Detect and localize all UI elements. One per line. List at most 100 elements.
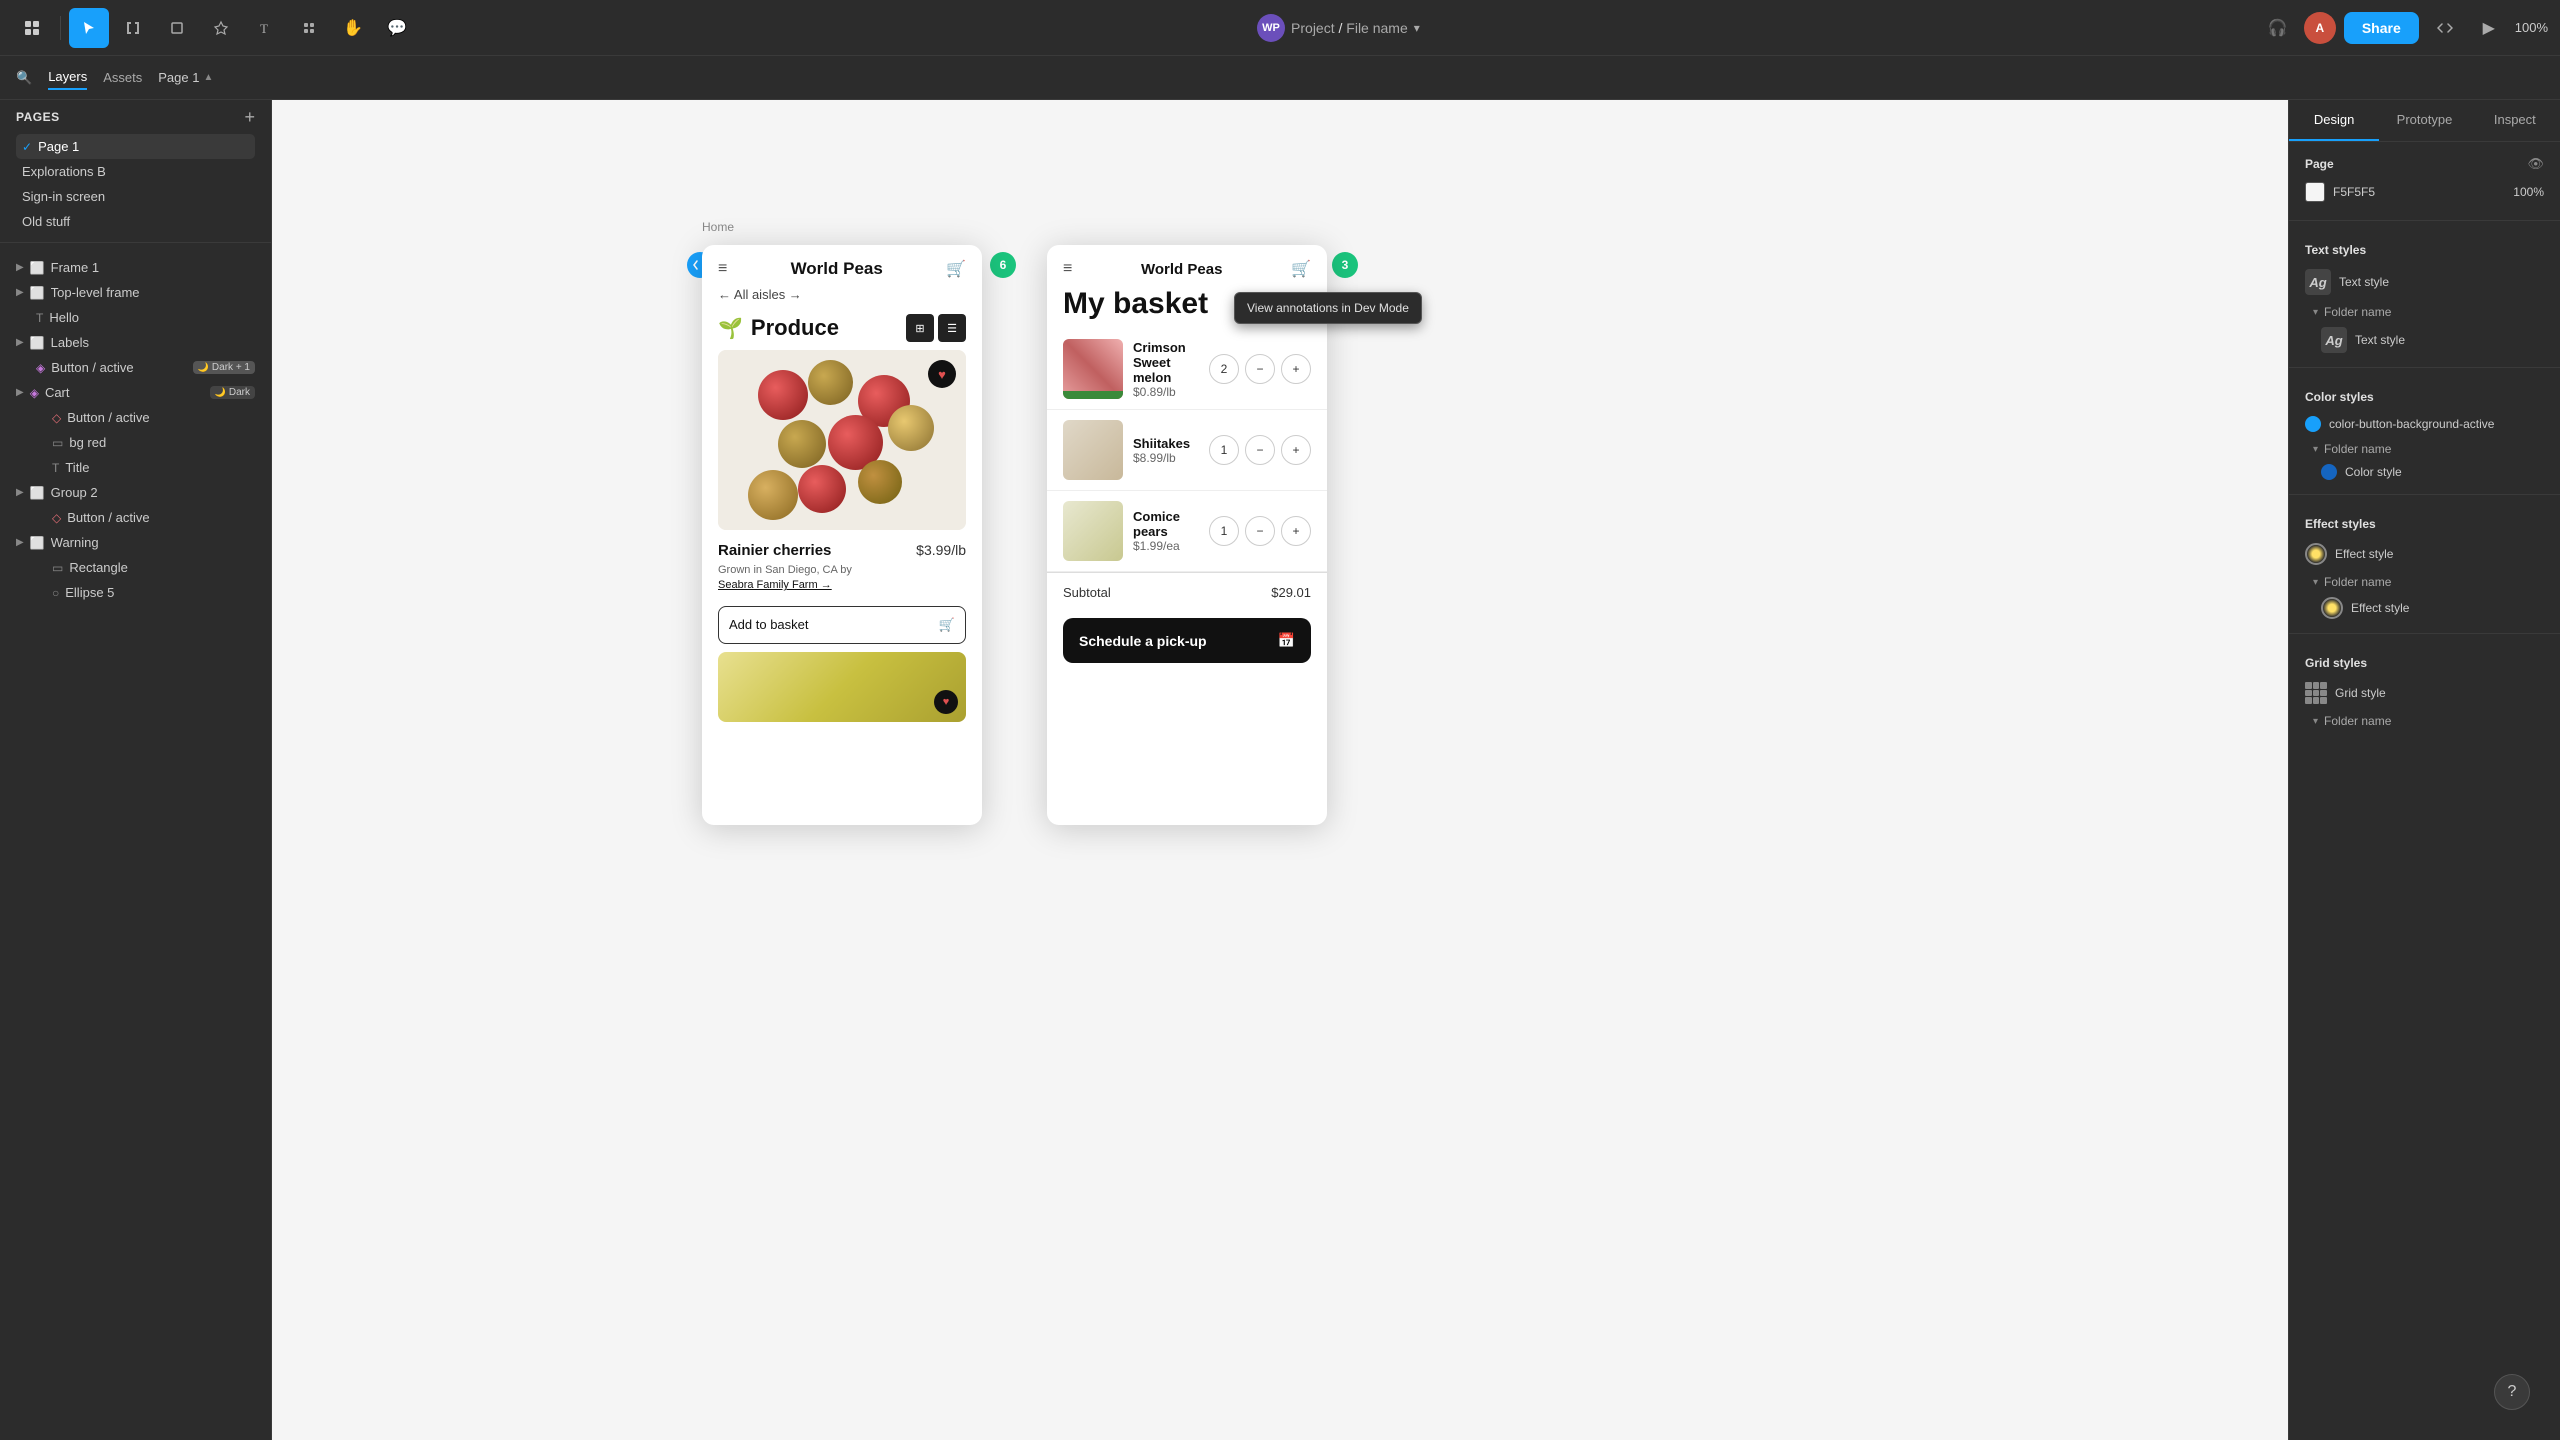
devmode-icon[interactable] (2427, 10, 2463, 46)
effect-style-label-1: Effect style (2335, 547, 2393, 561)
page-item-page1[interactable]: ✓ Page 1 (16, 134, 255, 159)
phone2-title: World Peas (1141, 261, 1222, 278)
layer-item-ellipse5[interactable]: ○ Ellipse 5 (0, 580, 271, 605)
page-color-swatch[interactable] (2305, 182, 2325, 202)
play-icon[interactable]: ▶ (2471, 10, 2507, 46)
headphone-icon[interactable]: 🎧 (2260, 10, 2296, 46)
favorite-button[interactable]: ♥ (928, 360, 956, 388)
add-to-basket-button[interactable]: Add to basket 🛒 (718, 606, 966, 644)
grid-styles-section: Grid styles Grid style ▾ Folder name (2289, 642, 2560, 732)
cart-icon[interactable]: 🛒 (946, 259, 966, 279)
annotation-badge-1[interactable]: 6 (990, 252, 1016, 278)
search-icon[interactable]: 🔍 (16, 70, 32, 86)
qty-increase-3[interactable]: + (1281, 516, 1311, 546)
subtotal-value: $29.01 (1271, 585, 1311, 600)
effect-style-item-1[interactable]: Effect style (2305, 539, 2544, 569)
hamburger-icon-2[interactable]: ≡ (1063, 260, 1072, 277)
rect-icon2: ▭ (52, 561, 63, 575)
qty-value-3: 1 (1221, 524, 1228, 538)
layer-item-warning[interactable]: ▶ ⬜ Warning (0, 530, 271, 555)
share-button[interactable]: Share (2344, 12, 2419, 44)
folder-item-text-1[interactable]: ▾ Folder name (2305, 301, 2544, 323)
pen-tool-button[interactable] (201, 8, 241, 48)
moon-icon: 🌙 (198, 362, 209, 373)
folder-item-color-1[interactable]: ▾ Folder name (2305, 438, 2544, 460)
layer-item-button-diamond-1[interactable]: ◇ Button / active (0, 405, 271, 430)
grid-view-button[interactable]: ⊞ (906, 314, 934, 342)
pear-favorite-button[interactable]: ♥ (934, 690, 958, 714)
grid-style-item-1[interactable]: Grid style (2305, 678, 2544, 708)
folder-item-grid-1[interactable]: ▾ Folder name (2305, 710, 2544, 732)
page-item-explorations[interactable]: Explorations B (16, 159, 255, 184)
avatar[interactable]: A (2304, 12, 2336, 44)
color-style-item-2[interactable]: Color style (2305, 460, 2544, 484)
page-selector[interactable]: Page 1 ▲ (158, 70, 213, 85)
layer-item-rectangle[interactable]: ▭ Rectangle (0, 555, 271, 580)
qty-decrease-2[interactable]: − (1245, 435, 1275, 465)
shape-tool-button[interactable] (157, 8, 197, 48)
annotation-badge-2[interactable]: 3 (1332, 252, 1358, 278)
layer-item-button-active-1[interactable]: ◈ Button / active 🌙 Dark + 1 (0, 355, 271, 380)
watermelon-image (1063, 339, 1123, 399)
help-button[interactable]: ? (2494, 1374, 2530, 1410)
pages-title: Pages (16, 110, 60, 124)
comment-tool-button[interactable]: 💬 (377, 8, 417, 48)
hamburger-icon[interactable]: ≡ (718, 260, 727, 278)
qty-decrease-1[interactable]: − (1245, 354, 1275, 384)
layer-item-button-diamond-2[interactable]: ◇ Button / active (0, 505, 271, 530)
folder-arrow-icon: ▾ (2313, 307, 2318, 318)
farm-link[interactable]: Seabra Family Farm → (718, 579, 832, 591)
tab-inspect[interactable]: Inspect (2470, 100, 2560, 141)
schedule-pickup-button[interactable]: Schedule a pick-up 📅 (1063, 618, 1311, 663)
list-view-button[interactable]: ☰ (938, 314, 966, 342)
text-tool-button[interactable]: T (245, 8, 285, 48)
effect-style-item-2[interactable]: Effect style (2305, 593, 2544, 623)
tab-design[interactable]: Design (2289, 100, 2379, 141)
page-item-label: Page 1 (38, 139, 79, 154)
layer-item-frame1[interactable]: ▶ ⬜ Frame 1 (0, 255, 271, 280)
layer-name: Hello (49, 310, 255, 325)
layer-item-bg-red[interactable]: ▭ bg red (0, 430, 271, 455)
layer-item-cart[interactable]: ▶ ◈ Cart 🌙 Dark (0, 380, 271, 405)
qty-increase-2[interactable]: + (1281, 435, 1311, 465)
shiitake-image (1063, 420, 1123, 480)
basket-item-3-qty-controls: 1 − + (1209, 516, 1311, 546)
component-tool-button[interactable] (289, 8, 329, 48)
color-styles-section: Color styles color-button-background-act… (2289, 376, 2560, 486)
move-tool-button[interactable] (69, 8, 109, 48)
main-menu-button[interactable] (12, 8, 52, 48)
layer-item-group2[interactable]: ▶ ⬜ Group 2 (0, 480, 271, 505)
layer-item-hello[interactable]: T Hello (0, 305, 271, 330)
cart-icon-2[interactable]: 🛒 (1291, 259, 1311, 279)
layer-item-labels[interactable]: ▶ ⬜ Labels (0, 330, 271, 355)
zoom-level[interactable]: 100% (2515, 20, 2548, 35)
basket-item-2-qty-controls: 1 − + (1209, 435, 1311, 465)
assets-tab[interactable]: Assets (103, 66, 142, 89)
produce-section: 🌱 Produce ⊞ ☰ (702, 310, 982, 350)
project-breadcrumb[interactable]: Project / File name (1291, 20, 1408, 36)
page-item-oldstuff[interactable]: Old stuff (16, 209, 255, 234)
canvas[interactable]: Home 6 6 3 ≡ World Peas 🛒 ← All aisles → (272, 100, 2288, 1440)
text-style-item-2[interactable]: Ag Text style (2305, 323, 2544, 357)
frame-tool-button[interactable] (113, 8, 153, 48)
qty-increase-1[interactable]: + (1281, 354, 1311, 384)
layer-item-title[interactable]: T Title (0, 455, 271, 480)
chevron-down-icon[interactable]: ▾ (1414, 21, 1420, 35)
phone1-breadcrumb[interactable]: ← All aisles → (702, 287, 982, 310)
grid-styles-title: Grid styles (2305, 656, 2544, 670)
page-color-row: F5F5F5 100% (2305, 182, 2544, 202)
add-page-button[interactable]: + (244, 108, 255, 126)
page-item-signin[interactable]: Sign-in screen (16, 184, 255, 209)
qty-decrease-3[interactable]: − (1245, 516, 1275, 546)
eye-icon[interactable]: 👁 (2527, 156, 2544, 172)
basket-item-1-qty-controls: 2 − + (1209, 354, 1311, 384)
layer-item-toplevel[interactable]: ▶ ⬜ Top-level frame (0, 280, 271, 305)
hand-tool-button[interactable]: ✋ (333, 8, 373, 48)
text-style-item-1[interactable]: Ag Text style (2305, 265, 2544, 299)
tab-prototype[interactable]: Prototype (2379, 100, 2469, 141)
folder-item-effect-1[interactable]: ▾ Folder name (2305, 571, 2544, 593)
layer-name: bg red (69, 435, 255, 450)
basket-item-3-name: Comice pears (1133, 509, 1199, 539)
color-style-item-1[interactable]: color-button-background-active (2305, 412, 2544, 436)
layers-tab[interactable]: Layers (48, 65, 87, 90)
